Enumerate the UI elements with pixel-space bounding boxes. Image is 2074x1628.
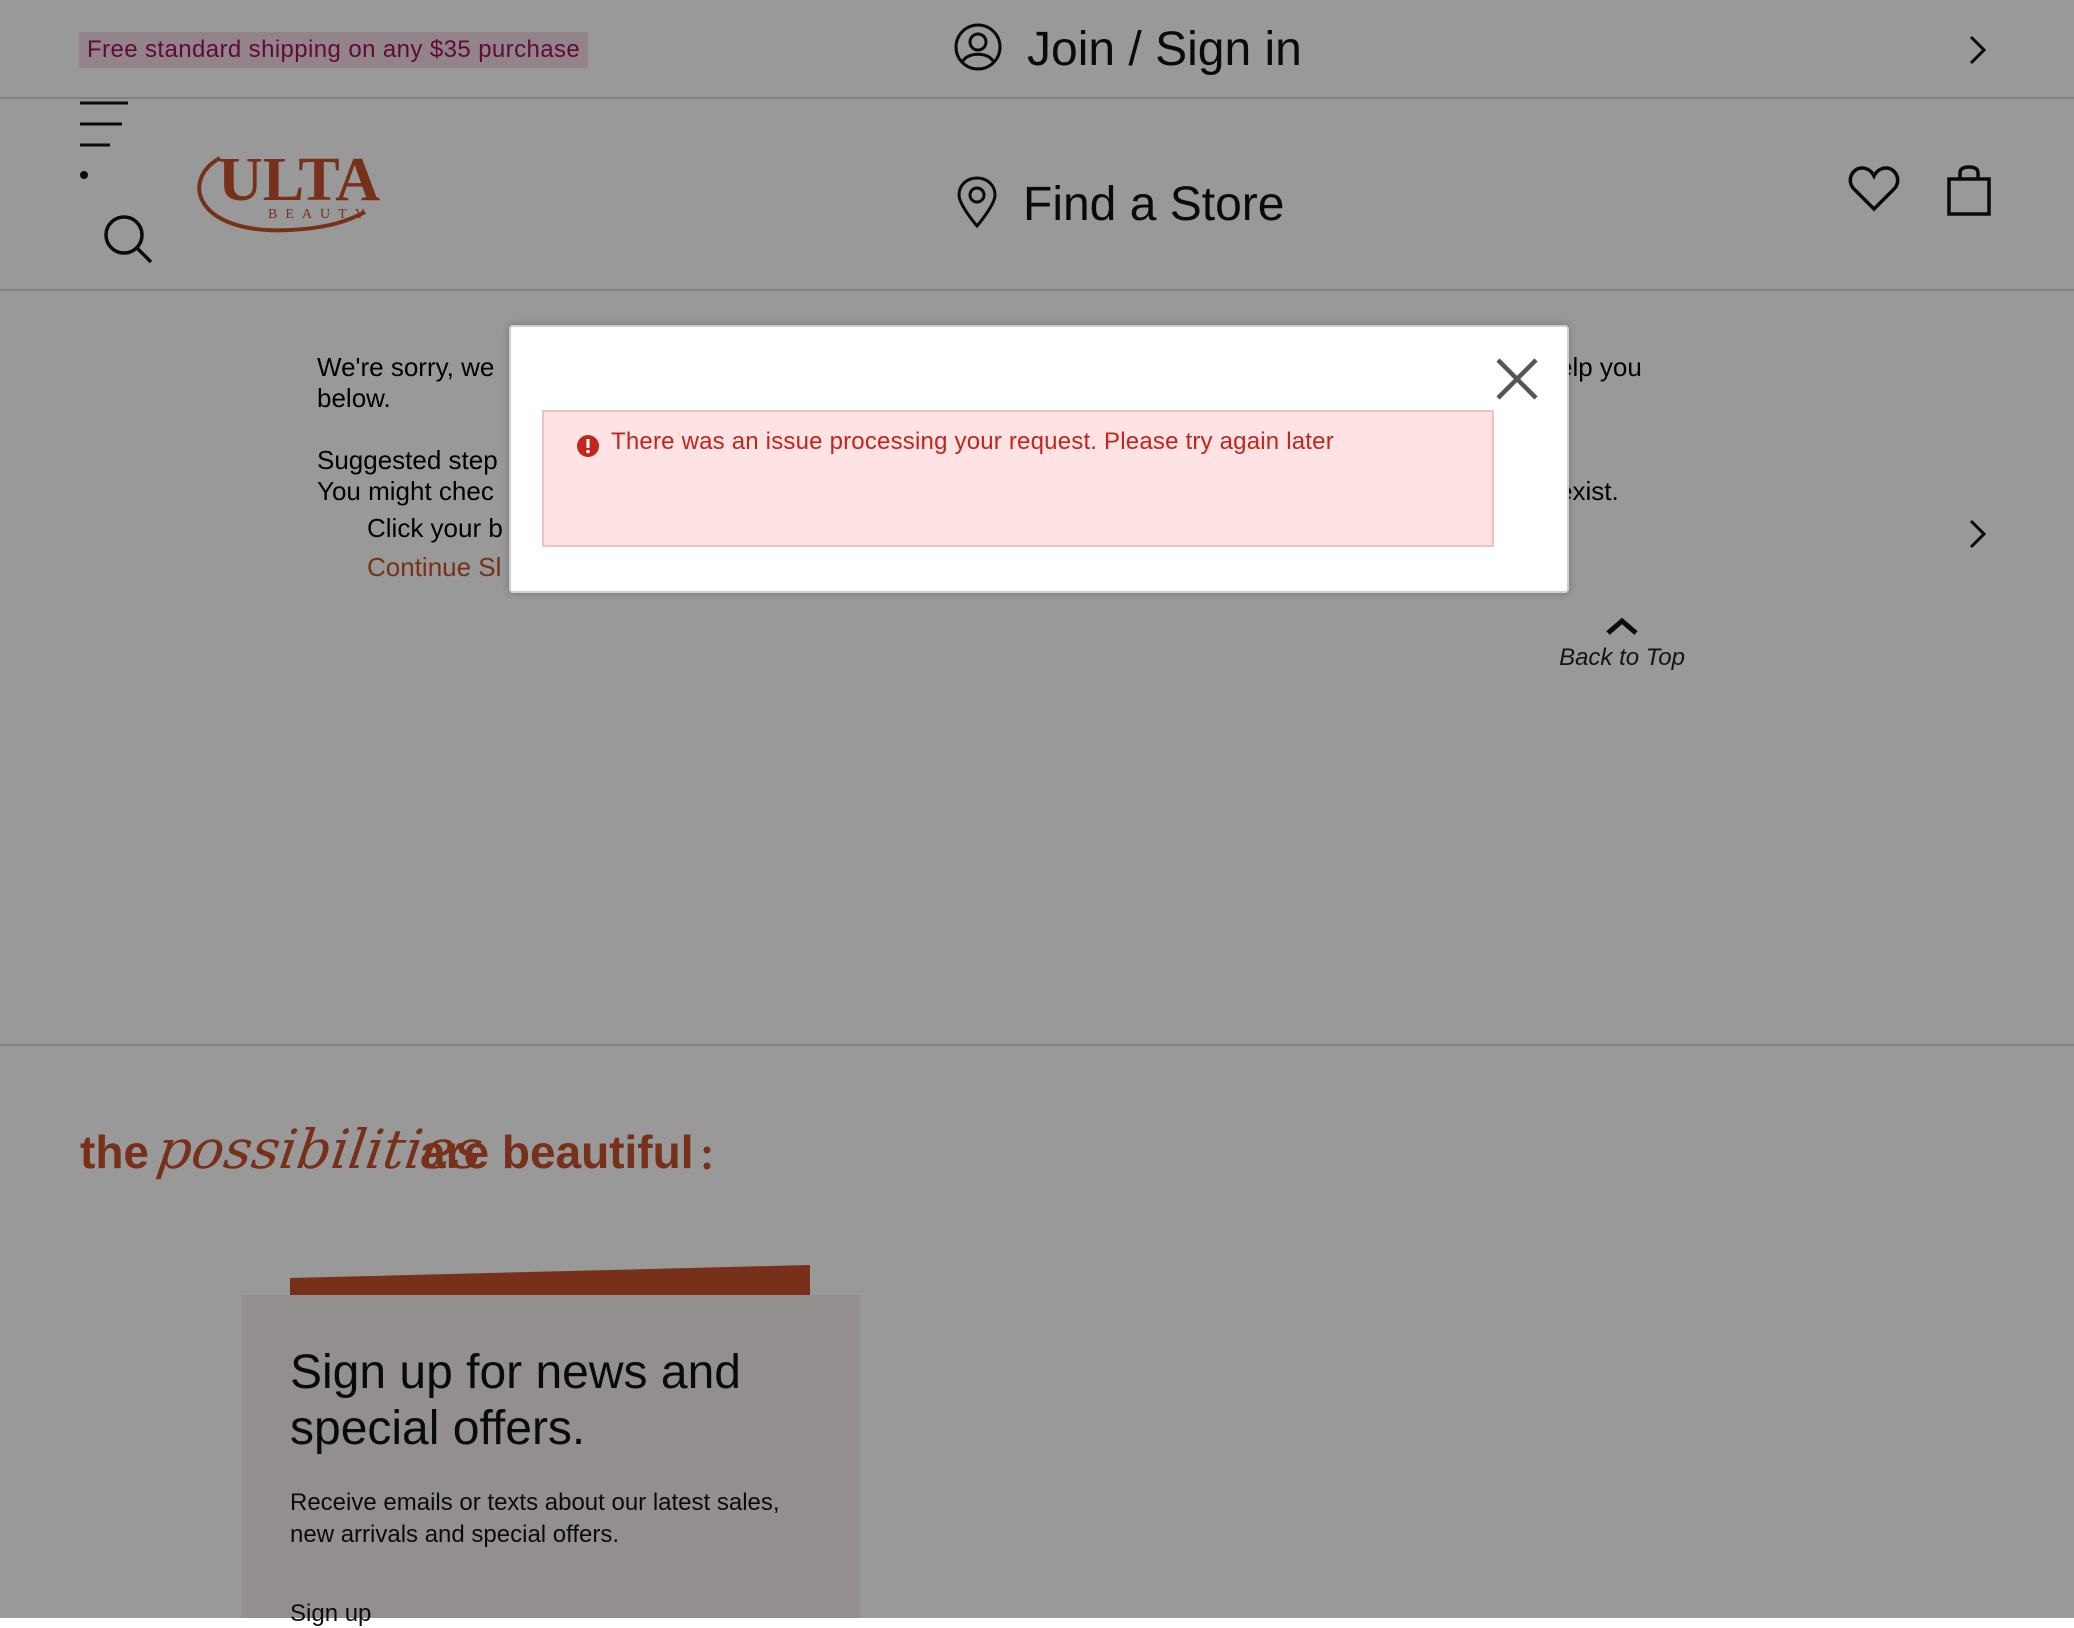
error-modal: There was an issue processing your reque… xyxy=(509,325,1569,593)
close-icon[interactable] xyxy=(1493,355,1541,403)
error-alert: There was an issue processing your reque… xyxy=(542,410,1494,547)
page: Free standard shipping on any $35 purcha… xyxy=(0,0,2074,1627)
exclamation-circle-icon xyxy=(576,434,600,463)
error-message: There was an issue processing your reque… xyxy=(611,428,1334,455)
modal-overlay[interactable] xyxy=(0,0,2074,1618)
